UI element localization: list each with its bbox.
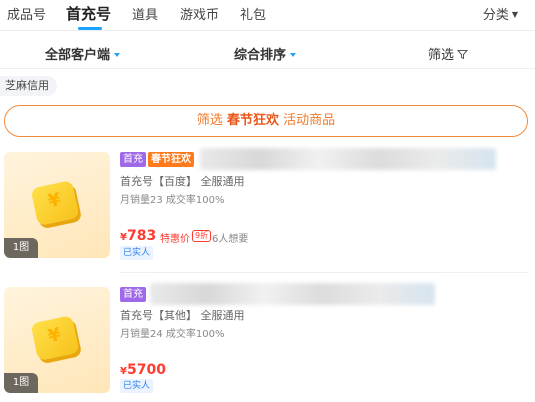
- spring-festival-banner[interactable]: 筛选 春节狂欢 活动商品: [4, 105, 528, 137]
- tab-divider: [0, 30, 535, 31]
- currency-symbol: ¥: [120, 366, 127, 377]
- listing-subtitle: 首充号【百度】 全服通用: [120, 175, 245, 188]
- filter-bar: 全部客户端 综合排序 筛选: [0, 36, 535, 68]
- yuan-coin-icon: ¥: [30, 180, 80, 226]
- funnel-icon: [457, 50, 469, 60]
- screen-filter-label: 筛选: [428, 48, 455, 63]
- tab-gift-pack[interactable]: 礼包: [240, 4, 266, 23]
- chevron-down-icon: ▼: [511, 10, 518, 19]
- currency-symbol: ¥: [120, 232, 127, 243]
- wants-count: 6人想要: [212, 234, 249, 245]
- blurred-title: [150, 283, 435, 305]
- first-recharge-tag: 首充: [120, 287, 146, 302]
- watermark-logo-icon: [424, 344, 492, 376]
- filter-divider: [0, 68, 535, 69]
- top-tab-bar: 成品号 首充号 道具 游戏币 礼包 分类 ▼: [0, 0, 535, 30]
- special-price-label: 特惠价: [160, 234, 190, 245]
- sort-filter[interactable]: 综合排序: [234, 44, 297, 63]
- blurred-title: [200, 148, 496, 170]
- first-recharge-tag: 首充: [120, 152, 146, 167]
- sesame-credit-chip[interactable]: 芝麻信用: [0, 76, 57, 96]
- tab-items[interactable]: 道具: [132, 4, 158, 23]
- picture-count-badge: 1图: [4, 373, 38, 393]
- picture-count-badge: 1图: [4, 238, 38, 258]
- coin-glyph: ¥: [46, 323, 63, 348]
- listing-thumbnail: ¥ 1图: [4, 287, 110, 393]
- spring-festival-tag: 春节狂欢: [148, 152, 194, 167]
- tab-first-recharge[interactable]: 首充号: [66, 3, 111, 24]
- screen-filter[interactable]: 筛选: [428, 44, 469, 63]
- banner-suffix: 活动商品: [279, 113, 336, 128]
- dropdown-triangle-icon: [290, 53, 297, 57]
- client-filter-label: 全部客户端: [45, 48, 111, 63]
- listing-sales: 月销量23 成交率100%: [120, 195, 225, 206]
- yuan-coin-icon: ¥: [30, 315, 80, 361]
- client-filter[interactable]: 全部客户端: [45, 44, 121, 63]
- verified-badge: 已实人: [120, 246, 154, 260]
- discount-badge: 9折: [192, 230, 212, 242]
- banner-highlight: 春节狂欢: [226, 113, 279, 128]
- listing-sales: 月销量24 成交率100%: [120, 329, 225, 340]
- listing-subtitle: 首充号【其他】 全服通用: [120, 309, 245, 322]
- dropdown-triangle-icon: [114, 53, 121, 57]
- listing-divider: [120, 272, 528, 273]
- listing-card[interactable]: ¥ 1图 首充 春节狂欢 首充号【百度】 全服通用 月销量23 成交率100% …: [0, 148, 535, 266]
- tab-finished-accounts[interactable]: 成品号: [7, 4, 46, 23]
- listing-price: ¥783: [120, 225, 156, 244]
- listing-thumbnail: ¥ 1图: [4, 152, 110, 258]
- banner-prefix: 筛选: [196, 113, 227, 128]
- category-label: 分类: [482, 8, 509, 23]
- category-button[interactable]: 分类 ▼: [483, 4, 518, 23]
- sort-filter-label: 综合排序: [234, 48, 287, 63]
- tab-game-currency[interactable]: 游戏币: [180, 4, 219, 23]
- verified-badge: 已实人: [120, 379, 154, 393]
- price-value: 783: [126, 228, 157, 244]
- coin-glyph: ¥: [46, 188, 63, 213]
- listing-price: ¥5700: [120, 359, 166, 378]
- price-value: 5700: [126, 362, 166, 378]
